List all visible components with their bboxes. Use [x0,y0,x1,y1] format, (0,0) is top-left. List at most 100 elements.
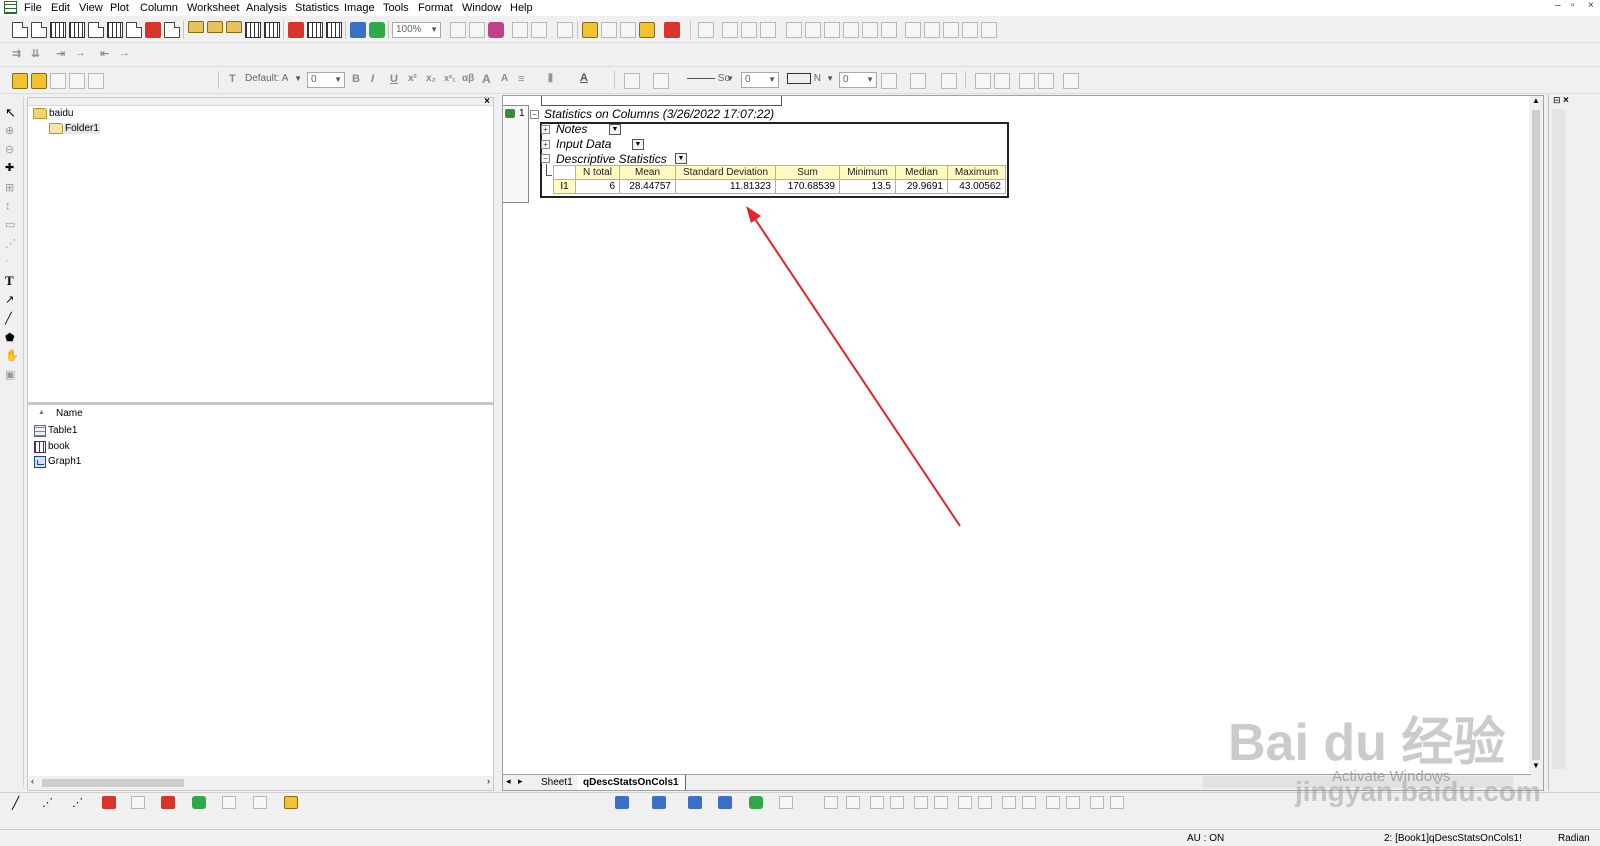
move-last-icon[interactable]: → [75,47,86,59]
save-project-icon[interactable] [245,22,261,38]
new-matrix-icon[interactable] [50,22,66,38]
plot-3d-icon[interactable] [131,796,145,809]
menu-analysis[interactable]: Analysis [246,1,287,15]
pin-icon[interactable]: ⊟ [1553,95,1561,106]
column-header[interactable]: N total [575,165,620,180]
table-cell[interactable]: 6 [575,179,620,194]
zoom-in-icon[interactable]: ⊕ [5,124,19,138]
plot-3d-surface-icon[interactable] [615,796,629,809]
swap-rows-icon[interactable]: ⇊ [31,47,40,60]
scroll-down-icon[interactable]: ▼ [1532,761,1540,770]
section-descriptive-statistics[interactable]: Descriptive Statistics [556,152,667,166]
bring-front-icon[interactable] [1019,73,1035,89]
same-height-icon[interactable] [978,796,992,809]
line-symbol-plot-icon[interactable]: ⋰ [72,796,83,809]
same-width-icon[interactable] [958,796,972,809]
scroll-left-icon[interactable]: ‹ [31,776,34,786]
menu-window[interactable]: Window [462,1,501,15]
desc-stats-dropdown-icon[interactable]: ▼ [675,153,687,164]
axis-both-icon[interactable] [862,22,878,38]
move-first-icon[interactable]: ⇤ [100,47,109,60]
hatch-pattern-icon[interactable] [881,73,897,89]
align-bottom-icon[interactable] [890,796,904,809]
send-back-icon[interactable] [1038,73,1054,89]
move-right-icon[interactable]: ⇥ [56,47,65,60]
table-border-icon[interactable] [941,73,957,89]
recent-books-icon[interactable] [226,21,242,33]
new-function-icon[interactable] [107,22,123,38]
tab-scroll-right-icon[interactable]: ▸ [518,776,523,787]
input-data-dropdown-icon[interactable]: ▼ [632,139,644,150]
table-cell[interactable]: 13.5 [839,179,896,194]
tab-qdescstatsoncols1[interactable]: qDescStatsOnCols1 [577,775,686,790]
column-list-icon[interactable] [905,22,921,38]
line-tool-icon[interactable]: ╱ [5,312,19,326]
menu-worksheet[interactable]: Worksheet [187,1,239,15]
template-library-icon[interactable] [284,796,298,809]
explorer-hscrollbar[interactable]: ‹ › [28,776,493,790]
column-header[interactable]: Maximum [947,165,1006,180]
axis-right-icon[interactable] [824,22,840,38]
code-builder-icon[interactable] [582,22,598,38]
column-header[interactable]: Standard Deviation [675,165,776,180]
axis-opposite-icon[interactable] [881,22,897,38]
menu-image[interactable]: Image [344,1,375,15]
table-cell[interactable]: 170.68539 [775,179,840,194]
draw-data-icon[interactable]: · [5,255,19,269]
table-icon[interactable] [981,22,997,38]
new-excel-icon[interactable] [69,22,85,38]
zoom-out-icon[interactable]: ⊖ [5,143,19,157]
minimize-icon[interactable]: – [1555,0,1561,11]
table-cell[interactable]: 11.81323 [675,179,776,194]
table-cell[interactable]: 28.44757 [619,179,676,194]
menu-view[interactable]: View [79,1,103,15]
font-name-select[interactable]: Default: A ▼ [242,72,304,88]
pane-splitter[interactable] [28,402,493,405]
style-icon[interactable] [50,73,66,89]
ungroup-icon[interactable] [994,73,1010,89]
section-input-data[interactable]: Input Data [556,137,611,151]
align-top-icon[interactable] [870,796,884,809]
restore-icon[interactable]: ▫ [1571,0,1575,11]
subscript-button[interactable]: x₂ [426,73,436,84]
new-layout-icon[interactable] [126,22,142,38]
section-notes[interactable]: Notes [556,122,587,136]
menu-help[interactable]: Help [510,1,533,15]
line-style-select[interactable]: So ▼ [684,72,736,88]
list-header-name[interactable]: Name [56,408,83,419]
command-window-icon[interactable] [531,22,547,38]
font-color-icon[interactable]: A [580,72,588,84]
ungroup-objects-icon[interactable] [1022,796,1036,809]
menu-file[interactable]: File [24,1,42,15]
increase-font-button[interactable]: A [482,72,491,86]
move-left-icon[interactable]: → [119,47,130,59]
mask-tool-icon[interactable]: ▣ [5,368,19,382]
axis-bottom-icon[interactable] [786,22,802,38]
back-icon[interactable] [1066,796,1080,809]
duplicate-icon[interactable] [350,22,366,38]
distribute-icon[interactable] [934,796,948,809]
line-width-select[interactable]: 0 ▼ [741,72,779,88]
new-graph-icon[interactable] [88,22,104,38]
close-icon[interactable]: × [484,96,490,107]
data-reader-icon[interactable]: ✚ [5,161,19,175]
align-icon[interactable]: ≡ [518,73,524,85]
border-icon[interactable] [910,73,926,89]
bold-button[interactable]: B [352,73,360,85]
menu-statistics[interactable]: Statistics [295,1,339,15]
open-template-icon[interactable] [164,22,180,38]
swap-columns-icon[interactable]: ⇉ [12,47,21,60]
shape-tool-icon[interactable]: ⬟ [5,331,19,345]
plot-3d-wire-icon[interactable] [688,796,702,809]
refresh-icon[interactable] [369,22,385,38]
paint-icon[interactable] [69,73,85,89]
group-icon[interactable] [975,73,991,89]
area-plot-icon[interactable] [192,796,206,809]
data-selector-icon[interactable]: ▭ [5,218,19,232]
expand-toggle[interactable]: + [541,125,550,134]
collapse-toggle[interactable]: − [530,110,539,119]
underline-button[interactable]: U [390,73,398,85]
script-window-icon[interactable] [512,22,528,38]
bar-chart-icon[interactable] [161,796,175,809]
tree-root-baidu[interactable]: baidu [49,108,73,119]
